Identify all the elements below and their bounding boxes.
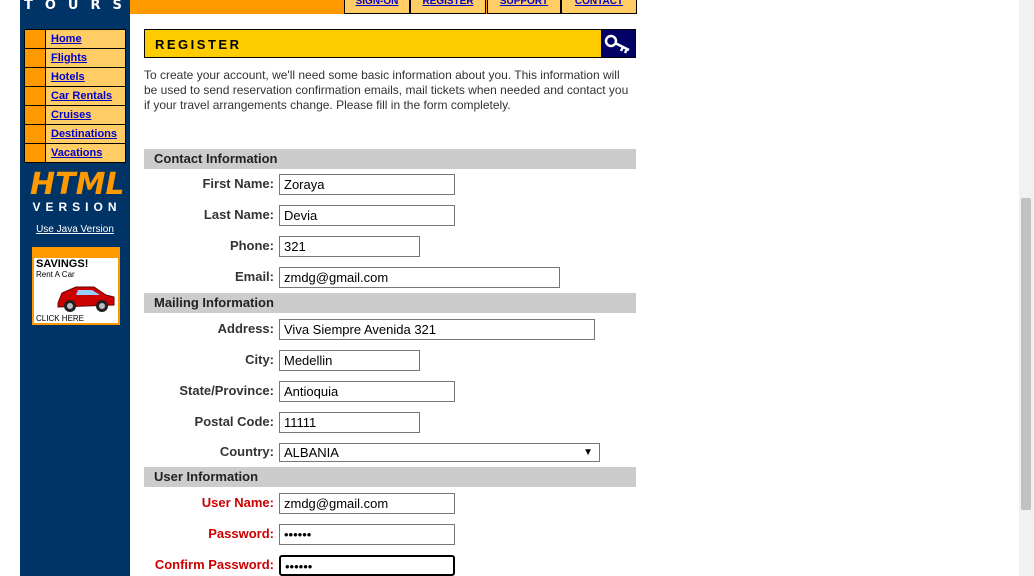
nav-link-vacations[interactable]: Vacations	[51, 147, 102, 159]
nav-link-car-rentals[interactable]: Car Rentals	[51, 90, 112, 102]
key-icon	[604, 34, 630, 54]
ad-click-here-text: CLICK HERE	[36, 314, 85, 323]
register-title: REGISTER	[155, 37, 242, 52]
first-name-label: First Name:	[202, 176, 274, 191]
tab-support[interactable]: SUPPORT	[487, 0, 561, 14]
username-label: User Name:	[201, 495, 274, 510]
rent-a-car-ad[interactable]: SAVINGS! Rent A Car CLICK HERE	[32, 247, 120, 325]
phone-label: Phone:	[229, 238, 274, 253]
html-version-logo: HTML VERSION	[30, 167, 125, 215]
ad-rent-text: Rent A Car	[36, 270, 75, 279]
country-select[interactable]: ALBANIA ▼	[279, 443, 600, 462]
email-label: Email:	[234, 269, 274, 284]
address-label: Address:	[217, 321, 274, 336]
country-select-value: ALBANIA	[284, 445, 339, 460]
nav-item-hotels: Hotels	[25, 68, 125, 87]
password-field[interactable]: ••••••	[279, 524, 455, 545]
mailing-info-header: Mailing Information	[144, 293, 636, 313]
nav-link-flights[interactable]: Flights	[51, 52, 87, 64]
address-field[interactable]: Viva Siempre Avenida 321	[279, 319, 595, 340]
nav-item-destinations: Destinations	[25, 125, 125, 144]
nav-item-car-rentals: Car Rentals	[25, 87, 125, 106]
html-logo-text: HTML	[30, 167, 125, 202]
scrollbar-thumb[interactable]	[1021, 198, 1031, 510]
version-logo-text: VERSION	[32, 200, 122, 214]
nav-link-home[interactable]: Home	[51, 33, 82, 45]
nav-item-cruises: Cruises	[25, 106, 125, 125]
brand-name: TOURS	[24, 0, 134, 13]
state-field[interactable]: Antioquia	[279, 381, 455, 402]
nav-item-flights: Flights	[25, 49, 125, 68]
email-field[interactable]: zmdg@gmail.com	[279, 267, 560, 288]
city-label: City:	[245, 352, 274, 367]
city-field[interactable]: Medellin	[279, 350, 420, 371]
phone-field[interactable]: 321	[279, 236, 420, 257]
username-field[interactable]: zmdg@gmail.com	[279, 493, 455, 514]
sidebar: TOURS Home Flights Hotels Car Rentals Cr…	[20, 0, 130, 576]
nav-item-vacations: Vacations	[25, 144, 125, 162]
confirm-password-field[interactable]: ••••••	[279, 555, 455, 576]
tab-sign-on[interactable]: SIGN-ON	[344, 0, 410, 14]
page-scrollbar[interactable]	[1019, 0, 1034, 576]
first-name-field[interactable]: Zoraya	[279, 174, 455, 195]
tab-register[interactable]: REGISTER	[410, 0, 486, 14]
last-name-label: Last Name:	[203, 207, 274, 222]
top-tab-bar: SIGN-ON REGISTER SUPPORT CONTACT	[130, 0, 637, 14]
use-java-version-link[interactable]: Use Java Version	[20, 224, 130, 235]
country-label: Country:	[219, 444, 274, 459]
nav-link-destinations[interactable]: Destinations	[51, 128, 117, 140]
last-name-field[interactable]: Devia	[279, 205, 455, 226]
password-label: Password:	[208, 526, 274, 541]
confirm-password-label: Confirm Password:	[154, 557, 274, 572]
nav-item-home: Home	[25, 30, 125, 49]
chevron-down-icon: ▼	[583, 447, 593, 458]
contact-info-header: Contact Information	[144, 149, 636, 169]
ad-savings-text: SAVINGS!	[36, 258, 89, 270]
postal-code-field[interactable]: 11111	[279, 412, 420, 433]
key-icon-box	[601, 30, 635, 57]
state-label: State/Province:	[179, 383, 274, 398]
user-info-header: User Information	[144, 467, 636, 487]
register-header: REGISTER	[144, 29, 636, 58]
nav-link-hotels[interactable]: Hotels	[51, 71, 85, 83]
postal-code-label: Postal Code:	[194, 414, 274, 429]
tab-contact[interactable]: CONTACT	[561, 0, 637, 14]
car-icon	[57, 286, 115, 312]
register-intro-text: To create your account, we'll need some …	[144, 68, 629, 112]
nav-menu: Home Flights Hotels Car Rentals Cruises …	[24, 29, 126, 163]
nav-link-cruises[interactable]: Cruises	[51, 109, 91, 121]
